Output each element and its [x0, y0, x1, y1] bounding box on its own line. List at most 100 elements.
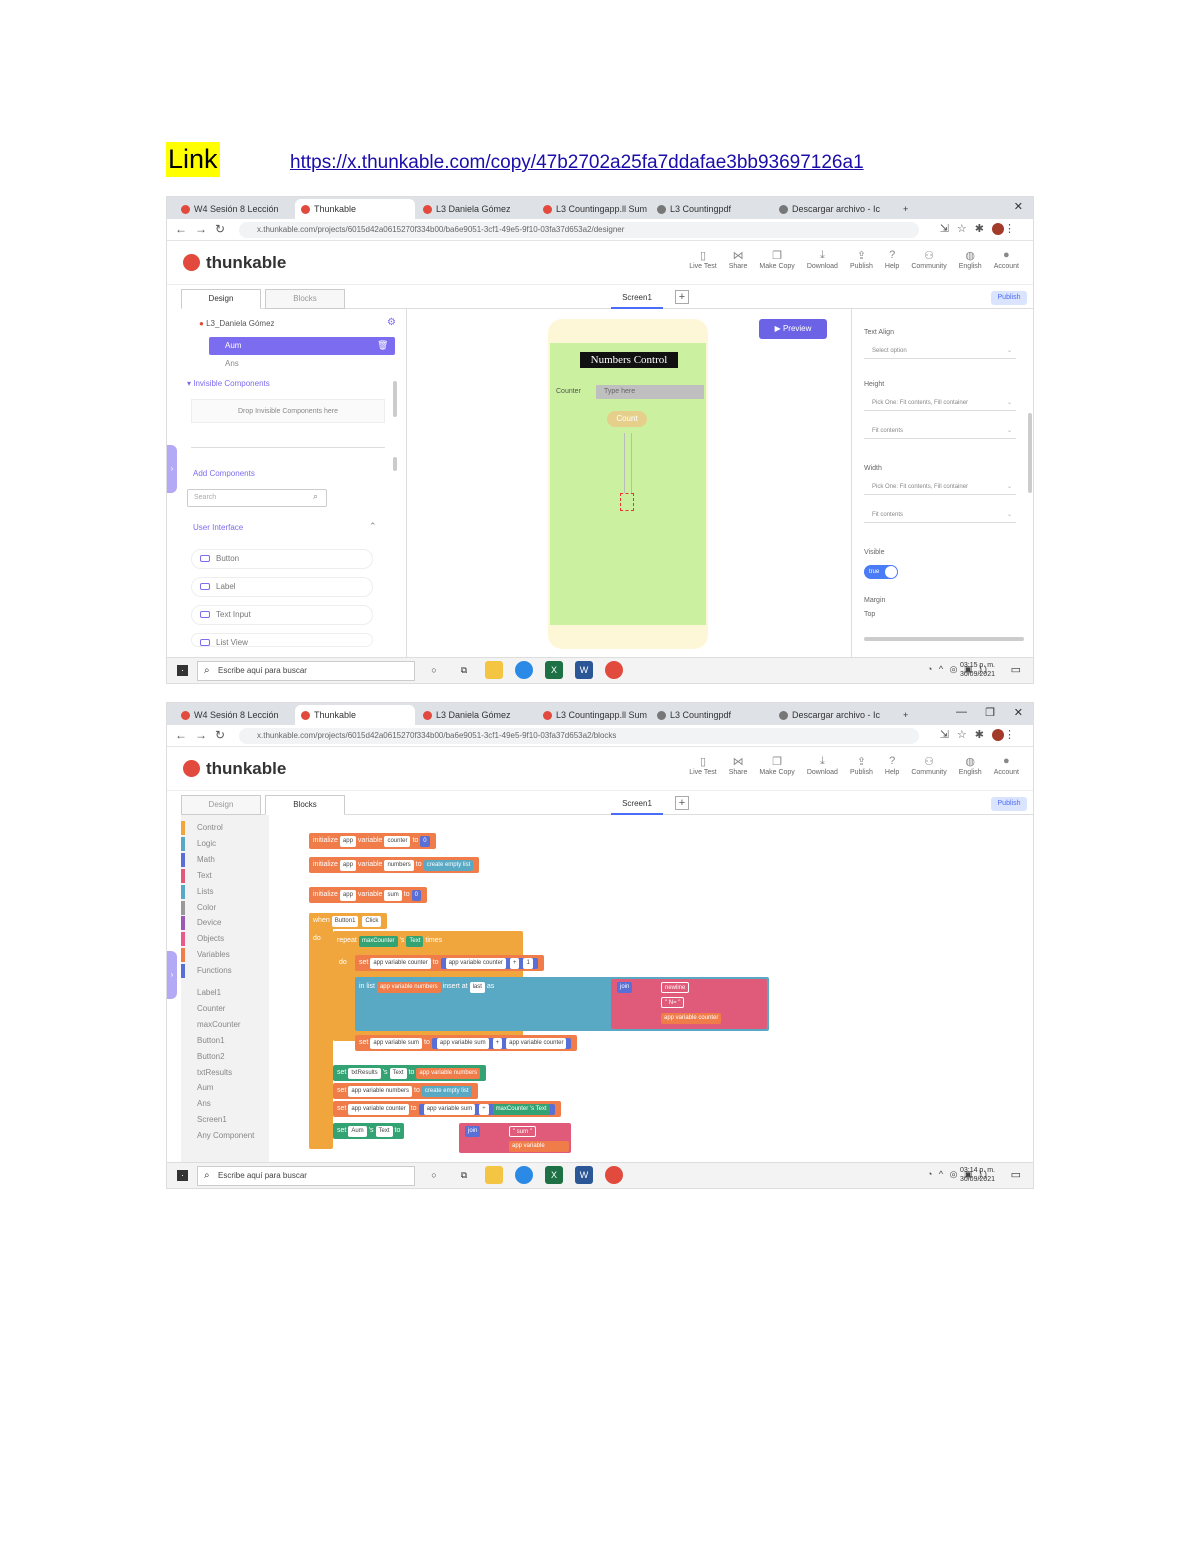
palette-item[interactable]: Color [181, 900, 269, 915]
url-field[interactable]: x.thunkable.com/projects/6015d42a0615270… [239, 728, 919, 744]
component-list-view[interactable]: List View [191, 633, 373, 647]
tab-blocks[interactable]: Blocks [265, 795, 345, 815]
palette-item[interactable]: Logic [181, 836, 269, 851]
windows-start-icon[interactable] [177, 1170, 188, 1181]
account-button[interactable]: ● Account [994, 249, 1019, 270]
insert-at-block[interactable]: in list app variable numbers insert at last… [355, 979, 499, 995]
browser-tab-active[interactable]: Thunkable [295, 705, 415, 725]
copy-link[interactable]: https://x.thunkable.com/copy/47b2702a25f… [290, 152, 864, 174]
palette-item[interactable]: Any Component [181, 1129, 269, 1143]
palette-item[interactable]: txtResults [181, 1066, 269, 1080]
browser-actions[interactable]: ⇲☆✱ ⋮ [940, 728, 1023, 742]
tab-design[interactable]: Design [181, 289, 261, 309]
cortana-icon[interactable]: ○ [425, 661, 443, 679]
set-numbers-block[interactable]: set app variable numbers to create empty li… [333, 1083, 478, 1099]
language-button[interactable]: ◍ English [959, 249, 982, 270]
notifications-icon[interactable]: ▭ [1011, 663, 1021, 676]
text-align-select[interactable]: Select option ⌄ [864, 343, 1016, 359]
browser-tab[interactable]: W4 Sesión 8 Lección [175, 199, 293, 219]
profile-avatar[interactable] [992, 223, 1004, 236]
trash-icon[interactable]: 🗑 [377, 340, 388, 351]
close-window-icon[interactable]: ✕ [1014, 200, 1023, 213]
set-results-block[interactable]: set txtResults's Text to app variable number… [333, 1065, 487, 1081]
palette-item[interactable]: Lists [181, 884, 269, 899]
set-sum-block[interactable]: set app variable sum to app variable sum + ap… [355, 1035, 578, 1051]
community-button[interactable]: ⚇ Community [911, 249, 946, 270]
language-button[interactable]: ◍ English [959, 755, 982, 776]
when-click-block[interactable]: when Button1 Click [309, 913, 388, 929]
scrollbar[interactable] [393, 381, 397, 417]
chrome-icon[interactable] [605, 661, 623, 679]
browser-tab[interactable]: Descargar archivo - Ic [773, 199, 893, 219]
phone-selected-component[interactable] [620, 493, 634, 511]
palette-item[interactable]: Objects [181, 932, 269, 947]
palette-item[interactable]: Device [181, 916, 269, 931]
palette-item[interactable]: Screen1 [181, 1113, 269, 1127]
browser-tab[interactable]: L3 Daniela Gómez [417, 199, 535, 219]
notifications-icon[interactable]: ▭ [1011, 1168, 1021, 1181]
browser-tab-active[interactable]: Thunkable [295, 199, 415, 219]
taskbar-clock[interactable]: 03:15 p. m. 30/09/2021 [960, 661, 995, 679]
horizontal-scrollbar[interactable] [864, 637, 1024, 641]
palette-item[interactable]: Variables [181, 948, 269, 963]
word-icon[interactable]: W [575, 661, 593, 679]
palette-item[interactable]: Button1 [181, 1034, 269, 1048]
publish-button[interactable]: Publish [991, 797, 1027, 811]
restore-icon[interactable]: ❐ [985, 706, 995, 719]
palette-item[interactable]: Control [181, 821, 269, 835]
minimize-icon[interactable]: — [956, 706, 967, 718]
panel-toggle-handle[interactable]: › [167, 445, 177, 493]
set-counter-divide-block[interactable]: set app variable counter to app variable su… [333, 1101, 561, 1117]
account-button[interactable]: ● Account [994, 755, 1019, 776]
browser-tab[interactable]: L3 Daniela Gómez [417, 705, 535, 725]
windows-start-icon[interactable] [177, 665, 188, 676]
community-button[interactable]: ⚇ Community [911, 755, 946, 776]
browser-tab[interactable]: W4 Sesión 8 Lección [175, 705, 293, 725]
taskbar-clock[interactable]: 03:14 p. m. 30/09/2021 [960, 1166, 995, 1184]
palette-item[interactable]: Aum [181, 1081, 269, 1095]
phone-title-label[interactable]: Numbers Control [580, 352, 678, 368]
live-test-button[interactable]: ▯ Live Test [689, 755, 717, 776]
taskbar-search[interactable]: ⌕ Escribe aquí para buscar [197, 661, 415, 681]
forward-icon[interactable]: → [195, 728, 207, 742]
add-screen-button[interactable]: + [675, 290, 689, 304]
palette-item[interactable]: Text [181, 868, 269, 883]
cortana-icon[interactable]: ○ [425, 1166, 443, 1184]
file-explorer-icon[interactable] [485, 1166, 503, 1184]
palette-item[interactable]: Math [181, 852, 269, 867]
component-text-input[interactable]: Text Input [191, 605, 373, 625]
edge-icon[interactable] [515, 661, 533, 679]
set-aum-block[interactable]: set Aum's Text to [333, 1123, 405, 1139]
height-value-select[interactable]: Fit contents ⌄ [864, 423, 1016, 439]
file-explorer-icon[interactable] [485, 661, 503, 679]
make-copy-button[interactable]: ❐ Make Copy [759, 755, 794, 776]
excel-icon[interactable]: X [545, 661, 563, 679]
set-counter-block[interactable]: set app variable counter to app variable co… [355, 955, 544, 971]
chevron-up-icon[interactable]: ⌃ [369, 521, 377, 532]
palette-item[interactable]: Ans [181, 1097, 269, 1111]
chrome-icon[interactable] [605, 1166, 623, 1184]
publish-button[interactable]: Publish [991, 291, 1027, 305]
browser-tab[interactable]: L3 Countingapp.ll Sum [537, 199, 649, 219]
tree-item-selected[interactable]: Aum [209, 337, 395, 355]
task-view-icon[interactable]: ⧉ [455, 661, 473, 679]
add-screen-button[interactable]: + [675, 796, 689, 810]
user-interface-header[interactable]: User Interface [193, 523, 243, 532]
component-label[interactable]: Label [191, 577, 373, 597]
url-field[interactable]: x.thunkable.com/projects/6015d42a0615270… [239, 222, 919, 238]
download-button[interactable]: ⤓ Download [807, 755, 838, 776]
event-block-body[interactable] [309, 913, 333, 1149]
tab-blocks[interactable]: Blocks [265, 289, 345, 309]
excel-icon[interactable]: X [545, 1166, 563, 1184]
preview-button[interactable]: ▶ Preview [759, 319, 827, 339]
project-root[interactable]: ● L3_Daniela Gómez [199, 319, 275, 328]
height-mode-select[interactable]: Pick One: Fit contents, Fill container ⌄ [864, 395, 1016, 411]
component-search-input[interactable]: Search [187, 489, 327, 507]
reload-icon[interactable]: ↻ [215, 728, 225, 742]
repeat-block[interactable]: repeat maxCounter's Text times [333, 933, 447, 949]
init-counter-block[interactable]: initialize app variable counter to 0 [309, 833, 436, 849]
tab-screen1[interactable]: Screen1 [611, 795, 663, 815]
live-test-button[interactable]: ▯ Live Test [689, 249, 717, 270]
palette-item[interactable]: Functions [181, 964, 269, 979]
palette-item[interactable]: Label1 [181, 986, 269, 1000]
